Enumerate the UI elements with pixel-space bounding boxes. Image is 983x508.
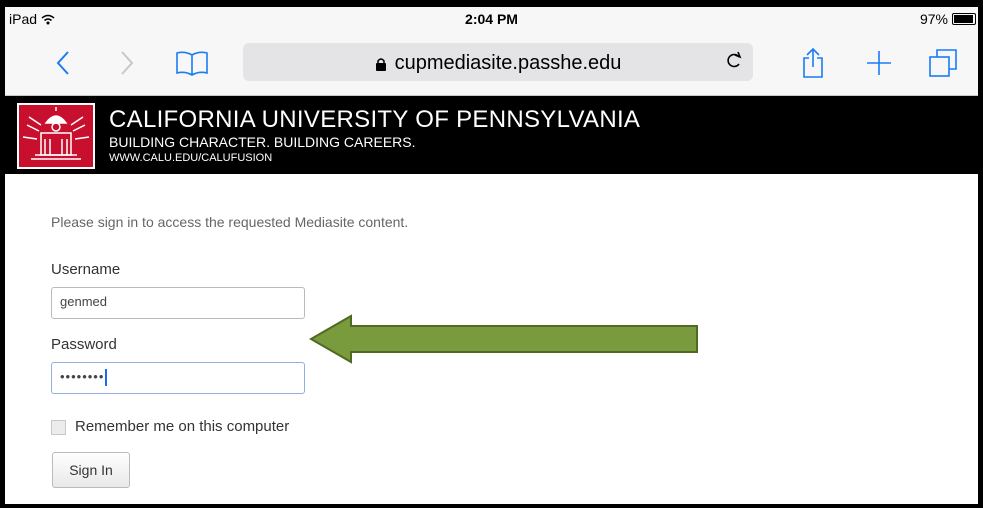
- plus-icon: [867, 51, 891, 75]
- reload-icon: [727, 51, 742, 68]
- password-input[interactable]: ••••••••: [51, 362, 305, 394]
- sign-in-panel: Please sign in to access the requested M…: [5, 174, 978, 504]
- new-tab-button[interactable]: [861, 43, 897, 83]
- forward-button[interactable]: [109, 43, 145, 83]
- tabs-button[interactable]: [925, 43, 961, 83]
- username-value: genmed: [60, 294, 107, 309]
- url-display: cupmediasite.passhe.edu: [243, 52, 753, 75]
- chevron-left-icon: [56, 51, 69, 75]
- site-banner: CALIFORNIA UNIVERSITY OF PENNSYLVANIA BU…: [5, 96, 978, 174]
- clock: 2:04 PM: [465, 11, 518, 27]
- share-button[interactable]: [795, 43, 831, 83]
- bookmarks-button[interactable]: [174, 43, 210, 83]
- remember-me-label: Remember me on this computer: [75, 418, 290, 435]
- password-value: ••••••••: [60, 369, 105, 384]
- tabs-icon: [929, 49, 957, 77]
- share-icon: [803, 47, 823, 78]
- url-text: cupmediasite.passhe.edu: [394, 52, 622, 74]
- battery-percent: 97%: [919, 11, 948, 27]
- book-icon: [176, 51, 208, 76]
- university-title: CALIFORNIA UNIVERSITY OF PENNSYLVANIA: [109, 106, 641, 133]
- remember-me-checkbox[interactable]: [51, 420, 66, 435]
- status-bar: iPad 2:04 PM 97%: [5, 7, 978, 31]
- text-cursor: [105, 369, 108, 387]
- username-input[interactable]: genmed: [51, 287, 305, 319]
- building-logo-icon: [22, 107, 90, 160]
- username-label: Username: [51, 261, 121, 278]
- sign-in-button[interactable]: Sign In: [52, 452, 130, 488]
- university-logo: [17, 103, 95, 169]
- back-button[interactable]: [45, 43, 81, 83]
- university-slogan: BUILDING CHARACTER. BUILDING CAREERS.: [109, 134, 416, 150]
- ipad-screen: iPad 2:04 PM 97% cupmediasite.passhe.edu…: [5, 7, 978, 504]
- safari-toolbar: cupmediasite.passhe.edu: [5, 31, 978, 96]
- green-arrow-annotation: [309, 314, 698, 364]
- chevron-right-icon: [121, 51, 134, 75]
- university-link[interactable]: WWW.CALU.EDU/CALUFUSION: [109, 152, 272, 164]
- battery-icon: [952, 13, 976, 25]
- sign-in-message: Please sign in to access the requested M…: [51, 214, 409, 230]
- lock-icon: [375, 57, 386, 71]
- address-bar[interactable]: cupmediasite.passhe.edu: [243, 43, 753, 81]
- reload-button[interactable]: [725, 49, 743, 76]
- password-label: Password: [51, 336, 117, 353]
- status-right: 97%: [920, 11, 976, 27]
